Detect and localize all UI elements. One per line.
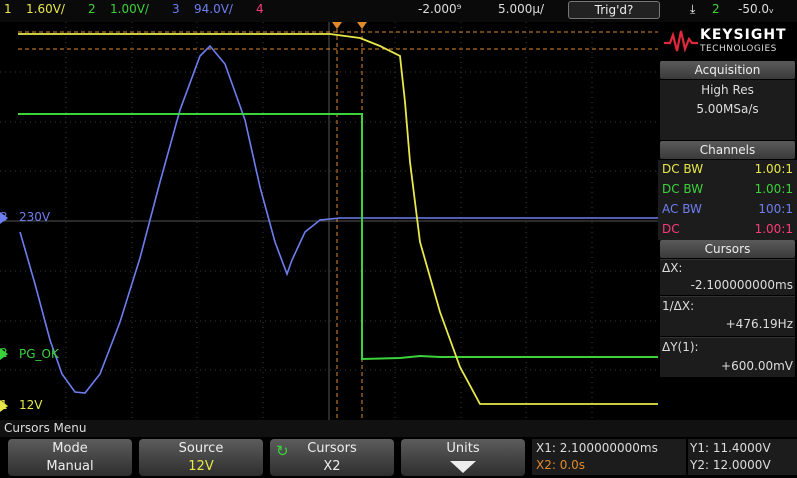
ch2-label: PG_OK: [19, 347, 59, 361]
ch4-number[interactable]: 4: [256, 2, 264, 16]
channel-coupling: DC BW: [662, 182, 704, 196]
delta-y-value: +600.00mV: [721, 359, 793, 373]
acquisition-box: High Res 5.00MSa/s: [660, 80, 795, 140]
y1-readout: Y1: 11.4000V: [690, 441, 771, 455]
mode-softkey-label: Mode: [52, 441, 88, 456]
mode-softkey[interactable]: Mode Manual: [8, 439, 132, 476]
delta-y-label: ΔY(1):: [662, 340, 699, 354]
keysight-logo: KEYSIGHT TECHNOLOGIES: [662, 26, 793, 56]
time-delay[interactable]: -2.000⁹: [418, 2, 462, 16]
trigger-source[interactable]: 2: [712, 2, 720, 16]
cursors-softkey[interactable]: ↻ Cursors X2: [270, 439, 394, 476]
channel-coupling: DC BW: [662, 162, 704, 176]
y2-readout: Y2: 12.0000V: [690, 458, 771, 472]
delta-x-box: ΔX: -2.100000000ms: [660, 259, 795, 295]
trigger-status: Trig'd?: [568, 1, 660, 19]
acq-rate: 5.00MSa/s: [696, 102, 759, 116]
ch1-marker: 1: [0, 398, 8, 412]
acquisition-header[interactable]: Acquisition: [660, 61, 795, 79]
delta-x-label: ΔX:: [662, 261, 683, 275]
trigger-edge-icon: ⤓: [690, 2, 696, 16]
ch1-label: 12V: [19, 398, 43, 412]
trigger-level[interactable]: -50.0ᵥ: [738, 2, 774, 16]
channel-row[interactable]: DC BW 1.00:1: [660, 160, 795, 180]
channels-list: DC BW 1.00:1 DC BW 1.00:1 AC BW 100:1 DC 1.00:1: [658, 160, 797, 240]
ch3-marker: 3: [0, 210, 8, 224]
status-bar: 1 1.60V/ 2 1.00V/ 3 94.0V/ 4 -2.000⁹ 5.0…: [0, 0, 797, 22]
ch2-number[interactable]: 2: [88, 2, 96, 16]
menu-title: Cursors Menu: [0, 420, 797, 437]
arrow-down-icon: [450, 461, 476, 473]
brand-main: KEYSIGHT: [700, 27, 787, 43]
channel-row[interactable]: DC BW 1.00:1: [660, 180, 795, 200]
source-softkey-label: Source: [178, 441, 224, 456]
ch1-scale[interactable]: 1.60V/: [26, 2, 65, 16]
channel-coupling: DC: [662, 222, 680, 236]
channels-header[interactable]: Channels: [660, 141, 795, 159]
source-softkey-value: 12V: [188, 459, 214, 474]
channel-row[interactable]: DC 1.00:1: [660, 220, 795, 240]
inv-delta-x-box: 1/ΔX: +476.19Hz: [660, 296, 795, 336]
ch1-number[interactable]: 1: [4, 2, 12, 16]
y-readout: Y1: 11.4000V Y2: 12.0000V: [688, 439, 797, 475]
inv-delta-x-value: +476.19Hz: [725, 317, 793, 331]
side-panel: KEYSIGHT TECHNOLOGIES Acquisition High R…: [658, 22, 797, 420]
channel-probe: 1.00:1: [754, 162, 793, 176]
ch2-marker: 2: [0, 346, 8, 360]
delta-x-value: -2.100000000ms: [690, 278, 793, 292]
waveform-graticule: [0, 22, 658, 420]
channel-coupling: AC BW: [662, 202, 702, 216]
inv-delta-x-label: 1/ΔX:: [662, 299, 695, 313]
x1-readout: X1: 2.100000000ms: [536, 441, 658, 455]
brand-sub: TECHNOLOGIES: [700, 44, 777, 54]
x2-readout: X2: 0.0s: [536, 458, 586, 472]
softkey-bar: Mode Manual Source 12V ↻ Cursors X2 Unit…: [0, 437, 797, 478]
units-softkey-label: Units: [446, 441, 480, 456]
waveform-display[interactable]: 3 230V 2 PG_OK 1 12V: [0, 22, 658, 420]
source-softkey[interactable]: Source 12V: [139, 439, 263, 476]
ch3-label: 230V: [19, 210, 51, 224]
channel-row[interactable]: AC BW 100:1: [660, 200, 795, 220]
keysight-wave-icon: [664, 30, 698, 53]
cursors-softkey-label: Cursors: [307, 441, 357, 456]
time-base[interactable]: 5.000µ/: [498, 2, 544, 16]
ch3-scale[interactable]: 94.0V/: [194, 2, 233, 16]
channel-probe: 100:1: [758, 202, 793, 216]
delta-y-box: ΔY(1): +600.00mV: [660, 337, 795, 377]
ch2-scale[interactable]: 1.00V/: [110, 2, 149, 16]
mode-softkey-value: Manual: [46, 459, 94, 474]
cursors-softkey-value: X2: [323, 459, 341, 474]
channel-probe: 1.00:1: [754, 182, 793, 196]
channel-probe: 1.00:1: [754, 222, 793, 236]
cursors-header[interactable]: Cursors: [660, 240, 795, 258]
ch3-number[interactable]: 3: [172, 2, 180, 16]
x-readout: X1: 2.100000000ms X2: 0.0s: [532, 439, 686, 475]
acq-mode: High Res: [701, 83, 754, 97]
units-softkey[interactable]: Units: [401, 439, 525, 476]
